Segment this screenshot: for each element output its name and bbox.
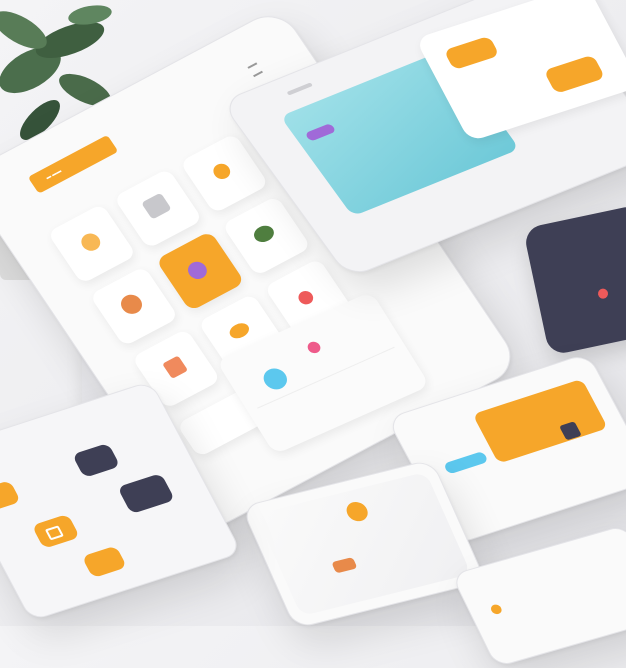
dark-toggle-2[interactable] xyxy=(117,473,176,515)
pin-icon xyxy=(210,160,234,182)
bag-icon xyxy=(117,291,146,318)
bottom-chip xyxy=(489,603,504,616)
bottom-right-phone xyxy=(450,524,626,668)
drag-handle xyxy=(286,82,314,96)
house-icon xyxy=(162,355,189,379)
flower-icon xyxy=(305,339,323,356)
leaf-icon xyxy=(250,222,278,246)
category-card-wardrobe[interactable] xyxy=(113,168,203,249)
play-icon[interactable] xyxy=(597,287,609,300)
category-card-camera[interactable] xyxy=(155,230,246,312)
dark-player-card xyxy=(522,203,626,357)
orange-chip-bottom[interactable] xyxy=(543,54,606,94)
mail-icon xyxy=(259,365,292,393)
map-view[interactable] xyxy=(255,471,472,617)
promo-banner xyxy=(472,378,609,464)
camera-icon xyxy=(184,258,211,283)
dark-toggle-1[interactable] xyxy=(71,442,121,478)
shirt-icon xyxy=(77,230,104,254)
category-card-bag[interactable] xyxy=(89,265,179,347)
category-card-shirt[interactable] xyxy=(47,203,137,285)
food-icon xyxy=(226,320,253,342)
heart-icon xyxy=(295,288,316,307)
lock-button-1[interactable] xyxy=(0,480,22,512)
lock-button-3[interactable] xyxy=(81,545,128,579)
header-bar xyxy=(27,134,119,194)
blue-button[interactable] xyxy=(443,450,489,475)
menu-icon[interactable] xyxy=(247,62,264,78)
orange-chip-top[interactable] xyxy=(443,35,500,71)
wardrobe-icon xyxy=(141,192,172,220)
